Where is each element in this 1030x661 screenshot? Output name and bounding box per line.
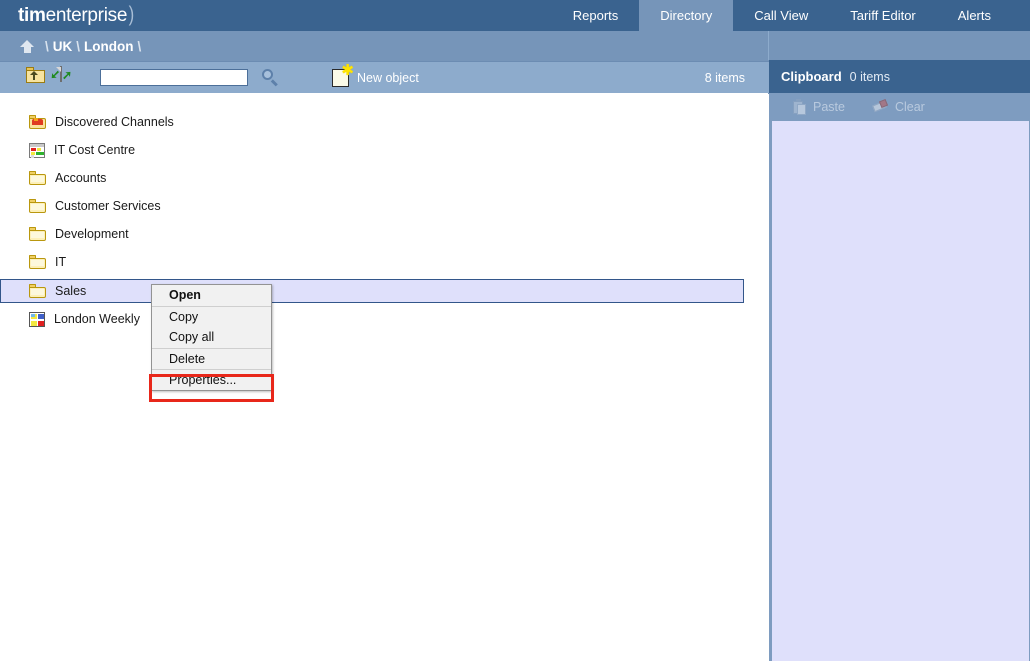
nav-right-spacer	[1012, 0, 1030, 31]
list-item[interactable]: Discovered Channels	[0, 111, 768, 133]
list-item-label: IT	[55, 255, 66, 269]
breadcrumb-separator-1: \	[45, 39, 49, 54]
breadcrumb-item-uk[interactable]: UK	[53, 39, 73, 54]
new-object-label: New object	[357, 71, 419, 85]
folder-icon-content	[31, 232, 44, 238]
context-menu-item-copy[interactable]: Copy	[152, 306, 271, 327]
list-item-selected[interactable]: Sales	[0, 279, 744, 303]
spreadsheet-icon	[29, 143, 45, 158]
refresh-icon-arrow-left: ➚	[62, 69, 72, 81]
list-item[interactable]: London Weekly	[0, 308, 768, 330]
context-menu-item-copy-all[interactable]: Copy all	[152, 327, 271, 348]
paste-icon	[793, 100, 806, 115]
folder-icon	[29, 199, 46, 213]
new-object-icon: ✱	[332, 69, 349, 87]
report-chart-icon-block	[31, 321, 37, 326]
breadcrumb-separator-3: \	[138, 39, 142, 54]
tab-tariff-editor[interactable]: Tariff Editor	[829, 0, 937, 31]
breadcrumb: \ UK \ London \	[0, 31, 1030, 62]
spreadsheet-icon-cell	[37, 148, 41, 151]
refresh-button[interactable]: ➚ ➚	[60, 67, 82, 89]
report-chart-icon-block	[31, 314, 35, 317]
object-list: Discovered Channels IT Cost Centre Accou…	[0, 93, 768, 330]
spreadsheet-icon-cell	[31, 148, 36, 151]
list-item[interactable]: Accounts	[0, 167, 768, 189]
context-menu-item-open[interactable]: Open	[152, 285, 271, 306]
clipboard-title: Clipboard	[781, 69, 842, 84]
report-chart-icon-block	[38, 314, 44, 319]
home-icon-body	[24, 46, 31, 53]
toolbar-right-strip	[768, 31, 769, 60]
list-item-label: Discovered Channels	[55, 115, 174, 129]
eraser-icon	[871, 100, 888, 115]
logo-swoosh-icon: )	[129, 4, 134, 25]
search-icon[interactable]	[262, 69, 279, 86]
paste-button[interactable]: Paste	[793, 100, 845, 115]
list-item[interactable]: IT	[0, 251, 768, 273]
list-item[interactable]: Development	[0, 223, 768, 245]
tab-reports[interactable]: Reports	[552, 0, 640, 31]
list-item-label: IT Cost Centre	[54, 143, 135, 157]
list-item-label: London Weekly	[54, 312, 140, 326]
home-icon[interactable]	[20, 40, 34, 53]
clipboard-header: Clipboard 0 items	[769, 60, 1030, 93]
directory-main-panel: Discovered Channels IT Cost Centre Accou…	[0, 93, 768, 661]
folder-icon	[29, 227, 46, 241]
logo-text-normal: enterprise	[46, 5, 128, 27]
tab-call-view[interactable]: Call View	[733, 0, 829, 31]
folder-icon-content	[31, 289, 44, 295]
breadcrumb-item-london[interactable]: London	[84, 39, 133, 54]
folder-icon	[29, 171, 46, 185]
paste-icon-sheet	[797, 104, 806, 115]
search-icon-handle	[271, 79, 278, 86]
clear-label: Clear	[895, 100, 925, 114]
context-menu-item-properties[interactable]: Properties...	[152, 369, 271, 390]
list-item[interactable]: Customer Services	[0, 195, 768, 217]
clipboard-count: 0 items	[850, 70, 890, 84]
folder-up-icon-arrow-head	[30, 71, 38, 75]
tab-directory[interactable]: Directory	[639, 0, 733, 31]
clear-button[interactable]: Clear	[871, 100, 925, 115]
spreadsheet-icon-cell	[31, 155, 34, 158]
refresh-icon-arrow-right: ➚	[50, 69, 60, 81]
breadcrumb-separator-2: \	[76, 39, 80, 54]
paste-icon-clip	[796, 99, 801, 102]
spreadsheet-icon-header	[30, 144, 44, 147]
folder-icon-accent	[34, 118, 38, 121]
folder-icon-content	[31, 204, 44, 210]
folder-icon-content	[31, 260, 44, 266]
app-logo[interactable]: timenterprise)	[0, 0, 135, 31]
context-menu: Open Copy Copy all Delete Properties...	[151, 284, 272, 391]
context-menu-item-delete[interactable]: Delete	[152, 348, 271, 369]
list-item-label: Sales	[55, 284, 86, 298]
logo-text-bold: tim	[18, 5, 46, 27]
refresh-icon: ➚ ➚	[60, 66, 62, 82]
top-bar: timenterprise) Reports Directory Call Vi…	[0, 0, 1030, 31]
clipboard-panel: Clipboard 0 items Paste Clear	[769, 60, 1030, 661]
folder-icon-content	[31, 176, 44, 182]
report-chart-icon-block	[38, 321, 44, 326]
folder-icon	[29, 284, 46, 298]
list-item-label: Customer Services	[55, 199, 161, 213]
navigate-up-button[interactable]	[26, 67, 48, 89]
search-input[interactable]	[100, 69, 248, 86]
folder-discovered-icon	[29, 115, 46, 129]
tab-alerts[interactable]: Alerts	[937, 0, 1012, 31]
clipboard-content-area[interactable]	[769, 121, 1030, 661]
new-object-button[interactable]: ✱ New object	[332, 69, 419, 87]
list-item[interactable]: IT Cost Centre	[0, 139, 768, 161]
list-item-label: Accounts	[55, 171, 106, 185]
paste-label: Paste	[813, 100, 845, 114]
search-icon-lens	[262, 69, 273, 80]
spreadsheet-icon-cell	[36, 152, 44, 155]
list-item-label: Development	[55, 227, 129, 241]
new-object-icon-sparkle: ✱	[341, 63, 354, 78]
main-navigation: Reports Directory Call View Tariff Edito…	[552, 0, 1030, 31]
clipboard-actions: Paste Clear	[769, 93, 1030, 121]
folder-icon	[29, 255, 46, 269]
report-chart-icon	[29, 312, 45, 327]
items-count-label: 8 items	[705, 71, 745, 85]
